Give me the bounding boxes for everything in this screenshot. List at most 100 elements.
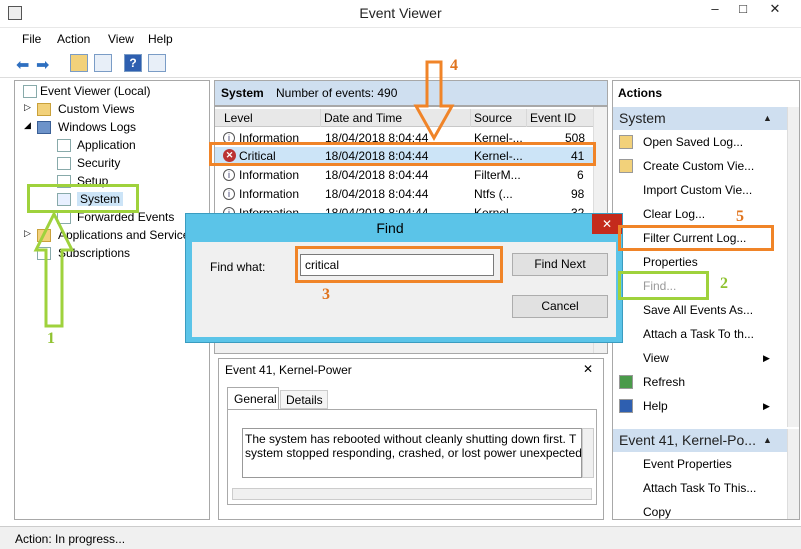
filter-icon [619,159,633,173]
row-level: Information [239,168,300,182]
show-tree-icon[interactable] [94,54,112,72]
detail-close-icon[interactable]: ✕ [583,362,593,376]
action-item[interactable]: View ▶ [613,346,798,370]
row-source: FilterM... [474,168,521,182]
actions-scrollbar[interactable] [787,429,799,519]
copy-icon [619,505,633,519]
maximize-button[interactable]: □ [730,2,756,18]
annotation-box-critical-row [209,142,596,166]
col-source[interactable]: Source [471,109,527,127]
refresh-icon [619,375,633,389]
action-item[interactable]: Create Custom Vie... [613,154,798,178]
action-item[interactable]: Help ▶ [613,394,798,418]
help-icon[interactable]: ? [124,54,142,72]
table-row[interactable]: i Information 18/04/2018 8:04:44 FilterM… [215,166,593,184]
status-text: Action: In progress... [15,532,126,546]
row-source: Ntfs (... [474,187,513,201]
import-icon [619,183,633,197]
menu-view[interactable]: View [108,32,134,46]
expand-custom-views-icon[interactable]: ▷ [24,102,31,113]
tree-applications-services[interactable]: Applications and Services [58,228,195,242]
tree-application[interactable]: Application [77,138,136,152]
log-icon [57,157,71,170]
actions-scrollbar[interactable] [787,107,799,427]
action-item[interactable]: Refresh [613,370,798,394]
action-label: Clear Log... [643,207,706,221]
forward-arrow-icon[interactable]: ➡ [36,55,49,75]
action-label: Copy [643,505,672,519]
action-label: View [643,351,669,365]
event-properties-icon [619,457,633,471]
action-label: Attach Task To This... [643,481,757,495]
action-item[interactable]: Event Properties [613,452,798,476]
show-action-pane-icon[interactable] [148,54,166,72]
tree-custom-views[interactable]: Custom Views [58,102,134,116]
status-bar: Action: In progress... [0,526,801,549]
table-row[interactable]: i Information 18/04/2018 8:04:44 Ntfs (.… [215,185,593,203]
tab-details[interactable]: Details [280,390,328,409]
annotation-number-2: 2 [720,275,728,292]
find-dialog-title: Find [376,220,404,236]
action-label: Attach a Task To th... [643,327,754,341]
annotation-arrow-up [33,212,75,328]
chevron-right-icon: ▶ [763,353,770,363]
help-icon [619,399,633,413]
annotation-box-filter-log [618,225,774,251]
menu-action[interactable]: Action [57,32,90,46]
attach-task-icon [619,481,633,495]
actions-header: Actions [618,86,663,100]
event-list-header: Level Date and Time Source Event ID [215,109,593,127]
action-item[interactable]: Attach a Task To th... [613,322,798,346]
view-icon [619,351,633,365]
action-label: Open Saved Log... [643,135,744,149]
col-event-id[interactable]: Event ID [527,109,587,127]
menu-help[interactable]: Help [148,32,173,46]
action-item[interactable]: Import Custom Vie... [613,178,798,202]
col-level[interactable]: Level [221,109,321,127]
annotation-number-5: 5 [736,208,744,225]
folder-icon [37,103,51,116]
minimize-button[interactable]: – [702,2,728,18]
action-label: Refresh [643,375,686,389]
section-label: Event 41, Kernel-Po... [619,432,756,448]
tree-windows-logs[interactable]: Windows Logs [58,120,136,134]
action-item[interactable]: Attach Task To This... [613,476,798,500]
collapse-windows-logs-icon[interactable]: ◢ [24,120,31,131]
row-level: Information [239,187,300,201]
row-date: 18/04/2018 8:04:44 [325,168,429,182]
action-item[interactable]: Clear Log... [613,202,798,226]
menu-file[interactable]: File [22,32,41,46]
collapse-icon[interactable]: ▲ [763,429,772,452]
find-what-label: Find what: [210,260,266,274]
expand-apps-services-icon[interactable]: ▷ [24,228,31,239]
find-next-button[interactable]: Find Next [512,253,608,276]
actions-panel: Actions System ▲ Open Saved Log... Create … [612,80,800,520]
actions-section-system[interactable]: System ▲ [613,107,798,130]
section-label: System [619,110,666,126]
tree-security[interactable]: Security [77,156,120,170]
chevron-right-icon: ▶ [763,401,770,411]
detail-hscrollbar[interactable] [232,488,592,500]
cancel-button[interactable]: Cancel [512,295,608,318]
tab-general[interactable]: General [227,387,279,409]
detail-scrollbar[interactable] [582,428,594,478]
annotation-box-system [27,184,139,213]
log-header: System Number of events: 490 [214,80,608,106]
up-folder-icon[interactable] [70,54,88,72]
back-arrow-icon[interactable]: ⬅ [16,55,29,75]
detail-content: The system has rebooted without cleanly … [227,409,597,505]
information-icon: i [223,169,235,181]
detail-text-box: The system has rebooted without cleanly … [242,428,582,478]
row-id: 98 [571,187,585,201]
close-button[interactable]: ✕ [762,2,788,18]
log-name: System [221,86,264,100]
collapse-icon[interactable]: ▲ [763,107,772,130]
actions-section-event[interactable]: Event 41, Kernel-Po... ▲ [613,429,798,452]
tree-root[interactable]: Event Viewer (Local) [40,84,151,98]
annotation-box-find [618,271,709,300]
action-item[interactable]: Save All Events As... [613,298,798,322]
window-title: Event Viewer [359,5,442,21]
row-date: 18/04/2018 8:04:44 [325,187,429,201]
action-item[interactable]: Copy [613,500,798,519]
action-item[interactable]: Open Saved Log... [613,130,798,154]
